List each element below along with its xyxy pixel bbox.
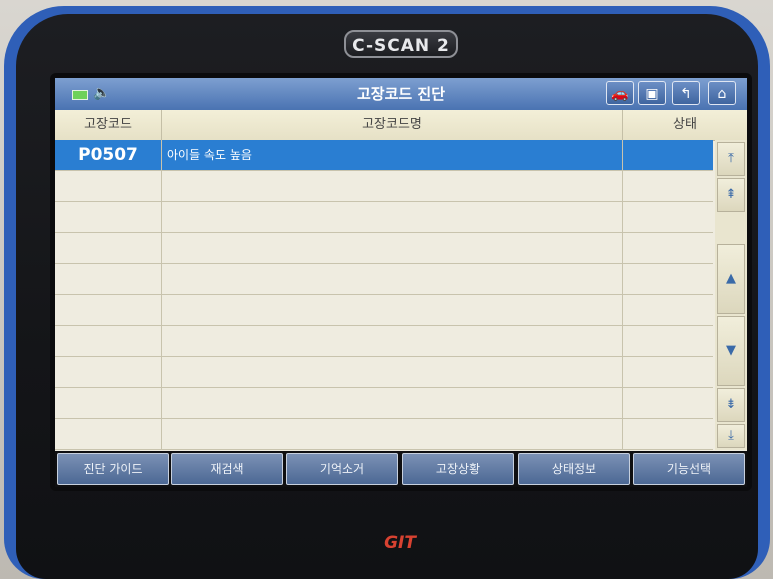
column-header-status: 상태 [673, 117, 697, 132]
guide-button[interactable]: 진단 가이드 [57, 453, 169, 485]
function-select-button[interactable]: 기능선택 [633, 453, 745, 485]
column-header-code: 고장코드 [84, 117, 132, 132]
status-info-button[interactable]: 상태정보 [518, 453, 630, 485]
column-divider [622, 140, 623, 450]
scroll-up-icon[interactable]: ▲ [717, 244, 745, 314]
page-title: 고장코드 진단 [356, 85, 446, 103]
scroll-top-icon[interactable]: ⤒ [717, 142, 745, 176]
car-icon[interactable]: 🚗 [606, 81, 634, 105]
table-row[interactable] [55, 326, 713, 357]
table-row[interactable] [55, 419, 713, 450]
column-divider [161, 140, 162, 450]
column-header-name: 고장코드명 [362, 117, 422, 132]
scroll-down-icon[interactable]: ▼ [717, 316, 745, 386]
table-header: 고장코드 고장코드명 상태 [55, 110, 747, 141]
screen: 🔈 고장코드 진단 🚗 ▣ ↰ ⌂ 고장코드 고장코드명 상태 P0507 아이… [55, 78, 747, 487]
scroll-bottom-icon[interactable]: ⤓ [717, 424, 745, 448]
scroll-page-up-icon[interactable]: ⇞ [717, 178, 745, 212]
function-bar: 진단 가이드 재검색 기억소거 고장상황 상태정보 기능선택 [55, 451, 747, 487]
back-icon[interactable]: ↰ [672, 81, 700, 105]
fault-code: P0507 [78, 145, 138, 165]
git-logo: GIT [384, 533, 416, 553]
table-row[interactable] [55, 295, 713, 326]
battery-icon [72, 90, 88, 100]
brand-badge: C-SCAN 2 [344, 30, 458, 58]
table-row[interactable] [55, 388, 713, 419]
table-row[interactable] [55, 202, 713, 233]
rescan-button[interactable]: 재검색 [171, 453, 283, 485]
table-row[interactable] [55, 264, 713, 295]
fault-code-table: P0507 아이들 속도 높음 [55, 140, 713, 487]
home-icon[interactable]: ⌂ [708, 81, 736, 105]
title-bar: 🔈 고장코드 진단 🚗 ▣ ↰ ⌂ [55, 78, 747, 110]
scroll-page-down-icon[interactable]: ⇟ [717, 388, 745, 422]
scroll-column: ⤒ ⇞ ▲ ▼ ⇟ ⤓ [715, 140, 747, 450]
table-row[interactable] [55, 357, 713, 388]
clear-memory-button[interactable]: 기억소거 [286, 453, 398, 485]
table-row[interactable] [55, 171, 713, 202]
freeze-frame-button[interactable]: 고장상황 [402, 453, 514, 485]
screen-icon[interactable]: ▣ [638, 81, 666, 105]
fault-description: 아이들 속도 높음 [167, 148, 252, 162]
table-row[interactable] [55, 233, 713, 264]
table-row[interactable]: P0507 아이들 속도 높음 [55, 140, 713, 171]
speaker-icon: 🔈 [93, 85, 111, 101]
